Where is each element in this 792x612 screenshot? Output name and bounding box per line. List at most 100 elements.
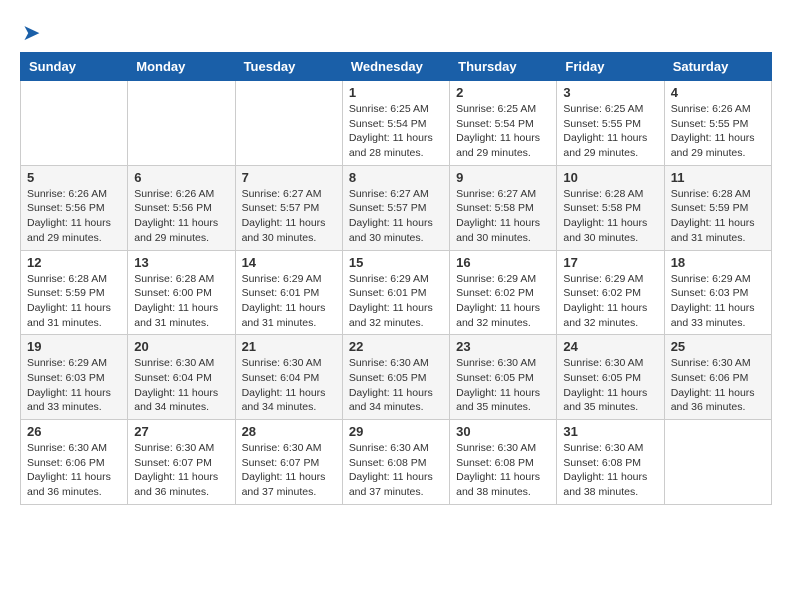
day-number: 18: [671, 255, 765, 270]
calendar-cell: 19 Sunrise: 6:29 AM Sunset: 6:03 PM Dayli…: [21, 335, 128, 420]
day-number: 24: [563, 339, 657, 354]
calendar-week-row: 5 Sunrise: 6:26 AM Sunset: 5:56 PM Daylig…: [21, 165, 772, 250]
day-number: 30: [456, 424, 550, 439]
day-info: Sunrise: 6:27 AM Sunset: 5:57 PM Dayligh…: [242, 187, 336, 246]
day-number: 8: [349, 170, 443, 185]
day-number: 13: [134, 255, 228, 270]
calendar-cell: 20 Sunrise: 6:30 AM Sunset: 6:04 PM Dayli…: [128, 335, 235, 420]
day-number: 17: [563, 255, 657, 270]
day-number: 14: [242, 255, 336, 270]
calendar-cell: 16 Sunrise: 6:29 AM Sunset: 6:02 PM Dayli…: [450, 250, 557, 335]
calendar-cell: 21 Sunrise: 6:30 AM Sunset: 6:04 PM Dayli…: [235, 335, 342, 420]
calendar-cell: 13 Sunrise: 6:28 AM Sunset: 6:00 PM Dayli…: [128, 250, 235, 335]
day-number: 27: [134, 424, 228, 439]
calendar-cell: 11 Sunrise: 6:28 AM Sunset: 5:59 PM Dayli…: [664, 165, 771, 250]
day-of-week-header: Friday: [557, 53, 664, 81]
calendar-cell: 14 Sunrise: 6:29 AM Sunset: 6:01 PM Dayli…: [235, 250, 342, 335]
day-number: 16: [456, 255, 550, 270]
calendar-cell: [21, 81, 128, 166]
calendar-cell: 10 Sunrise: 6:28 AM Sunset: 5:58 PM Dayli…: [557, 165, 664, 250]
day-info: Sunrise: 6:30 AM Sunset: 6:04 PM Dayligh…: [134, 356, 228, 415]
calendar-cell: 28 Sunrise: 6:30 AM Sunset: 6:07 PM Dayli…: [235, 420, 342, 505]
day-info: Sunrise: 6:29 AM Sunset: 6:01 PM Dayligh…: [349, 272, 443, 331]
day-number: 21: [242, 339, 336, 354]
calendar-cell: 17Sunrise: 6:29 AM Sunset: 6:02 PM Dayli…: [557, 250, 664, 335]
day-number: 28: [242, 424, 336, 439]
day-info: Sunrise: 6:28 AM Sunset: 5:59 PM Dayligh…: [671, 187, 765, 246]
calendar-cell: 18 Sunrise: 6:29 AM Sunset: 6:03 PM Dayli…: [664, 250, 771, 335]
day-of-week-header: Saturday: [664, 53, 771, 81]
calendar-cell: 22 Sunrise: 6:30 AM Sunset: 6:05 PM Dayli…: [342, 335, 449, 420]
calendar-cell: 29Sunrise: 6:30 AM Sunset: 6:08 PM Dayli…: [342, 420, 449, 505]
day-info: Sunrise: 6:28 AM Sunset: 6:00 PM Dayligh…: [134, 272, 228, 331]
day-of-week-header: Sunday: [21, 53, 128, 81]
calendar-cell: [128, 81, 235, 166]
day-number: 23: [456, 339, 550, 354]
day-info: Sunrise: 6:28 AM Sunset: 5:59 PM Dayligh…: [27, 272, 121, 331]
day-info: Sunrise: 6:30 AM Sunset: 6:05 PM Dayligh…: [456, 356, 550, 415]
day-number: 15: [349, 255, 443, 270]
calendar-cell: 30Sunrise: 6:30 AM Sunset: 6:08 PM Dayli…: [450, 420, 557, 505]
day-info: Sunrise: 6:30 AM Sunset: 6:07 PM Dayligh…: [242, 441, 336, 500]
calendar-cell: 2 Sunrise: 6:25 AM Sunset: 5:54 PM Daylig…: [450, 81, 557, 166]
day-number: 11: [671, 170, 765, 185]
day-info: Sunrise: 6:30 AM Sunset: 6:06 PM Dayligh…: [671, 356, 765, 415]
calendar-cell: 6 Sunrise: 6:26 AM Sunset: 5:56 PM Daylig…: [128, 165, 235, 250]
day-info: Sunrise: 6:30 AM Sunset: 6:04 PM Dayligh…: [242, 356, 336, 415]
calendar-cell: 31 Sunrise: 6:30 AM Sunset: 6:08 PM Dayli…: [557, 420, 664, 505]
calendar-cell: 5Sunrise: 6:26 AM Sunset: 5:56 PM Daylig…: [21, 165, 128, 250]
day-info: Sunrise: 6:28 AM Sunset: 5:58 PM Dayligh…: [563, 187, 657, 246]
calendar-cell: 15 Sunrise: 6:29 AM Sunset: 6:01 PM Dayli…: [342, 250, 449, 335]
calendar-header-row: SundayMondayTuesdayWednesdayThursdayFrid…: [21, 53, 772, 81]
calendar-cell: 1Sunrise: 6:25 AM Sunset: 5:54 PM Daylig…: [342, 81, 449, 166]
day-number: 19: [27, 339, 121, 354]
calendar-cell: [235, 81, 342, 166]
day-info: Sunrise: 6:26 AM Sunset: 5:55 PM Dayligh…: [671, 102, 765, 161]
day-number: 31: [563, 424, 657, 439]
day-number: 22: [349, 339, 443, 354]
calendar-cell: 12 Sunrise: 6:28 AM Sunset: 5:59 PM Dayli…: [21, 250, 128, 335]
day-info: Sunrise: 6:25 AM Sunset: 5:54 PM Dayligh…: [456, 102, 550, 161]
day-number: 10: [563, 170, 657, 185]
logo: ➤: [20, 20, 40, 42]
day-info: Sunrise: 6:30 AM Sunset: 6:07 PM Dayligh…: [134, 441, 228, 500]
day-number: 3: [563, 85, 657, 100]
day-number: 20: [134, 339, 228, 354]
logo-bird-icon: ➤: [22, 20, 40, 46]
calendar-cell: 27 Sunrise: 6:30 AM Sunset: 6:07 PM Dayli…: [128, 420, 235, 505]
day-info: Sunrise: 6:30 AM Sunset: 6:08 PM Dayligh…: [563, 441, 657, 500]
day-number: 12: [27, 255, 121, 270]
day-number: 29: [349, 424, 443, 439]
day-info: Sunrise: 6:26 AM Sunset: 5:56 PM Dayligh…: [134, 187, 228, 246]
day-info: Sunrise: 6:27 AM Sunset: 5:57 PM Dayligh…: [349, 187, 443, 246]
calendar-cell: 9Sunrise: 6:27 AM Sunset: 5:58 PM Daylig…: [450, 165, 557, 250]
calendar-cell: 7 Sunrise: 6:27 AM Sunset: 5:57 PM Daylig…: [235, 165, 342, 250]
day-number: 9: [456, 170, 550, 185]
day-number: 4: [671, 85, 765, 100]
day-number: 5: [27, 170, 121, 185]
calendar-cell: 24 Sunrise: 6:30 AM Sunset: 6:05 PM Dayli…: [557, 335, 664, 420]
day-number: 25: [671, 339, 765, 354]
calendar-cell: 23 Sunrise: 6:30 AM Sunset: 6:05 PM Dayli…: [450, 335, 557, 420]
calendar-cell: 26Sunrise: 6:30 AM Sunset: 6:06 PM Dayli…: [21, 420, 128, 505]
day-info: Sunrise: 6:25 AM Sunset: 5:55 PM Dayligh…: [563, 102, 657, 161]
day-info: Sunrise: 6:29 AM Sunset: 6:03 PM Dayligh…: [27, 356, 121, 415]
day-info: Sunrise: 6:25 AM Sunset: 5:54 PM Dayligh…: [349, 102, 443, 161]
calendar-week-row: 19 Sunrise: 6:29 AM Sunset: 6:03 PM Dayli…: [21, 335, 772, 420]
day-number: 2: [456, 85, 550, 100]
day-info: Sunrise: 6:30 AM Sunset: 6:05 PM Dayligh…: [349, 356, 443, 415]
calendar-cell: 8 Sunrise: 6:27 AM Sunset: 5:57 PM Daylig…: [342, 165, 449, 250]
day-of-week-header: Monday: [128, 53, 235, 81]
day-of-week-header: Thursday: [450, 53, 557, 81]
day-info: Sunrise: 6:29 AM Sunset: 6:02 PM Dayligh…: [456, 272, 550, 331]
day-number: 7: [242, 170, 336, 185]
day-number: 26: [27, 424, 121, 439]
day-info: Sunrise: 6:29 AM Sunset: 6:01 PM Dayligh…: [242, 272, 336, 331]
day-info: Sunrise: 6:30 AM Sunset: 6:05 PM Dayligh…: [563, 356, 657, 415]
calendar-cell: 25 Sunrise: 6:30 AM Sunset: 6:06 PM Dayli…: [664, 335, 771, 420]
calendar-cell: 3 Sunrise: 6:25 AM Sunset: 5:55 PM Daylig…: [557, 81, 664, 166]
day-info: Sunrise: 6:29 AM Sunset: 6:03 PM Dayligh…: [671, 272, 765, 331]
day-of-week-header: Tuesday: [235, 53, 342, 81]
day-number: 6: [134, 170, 228, 185]
calendar-week-row: 12 Sunrise: 6:28 AM Sunset: 5:59 PM Dayli…: [21, 250, 772, 335]
